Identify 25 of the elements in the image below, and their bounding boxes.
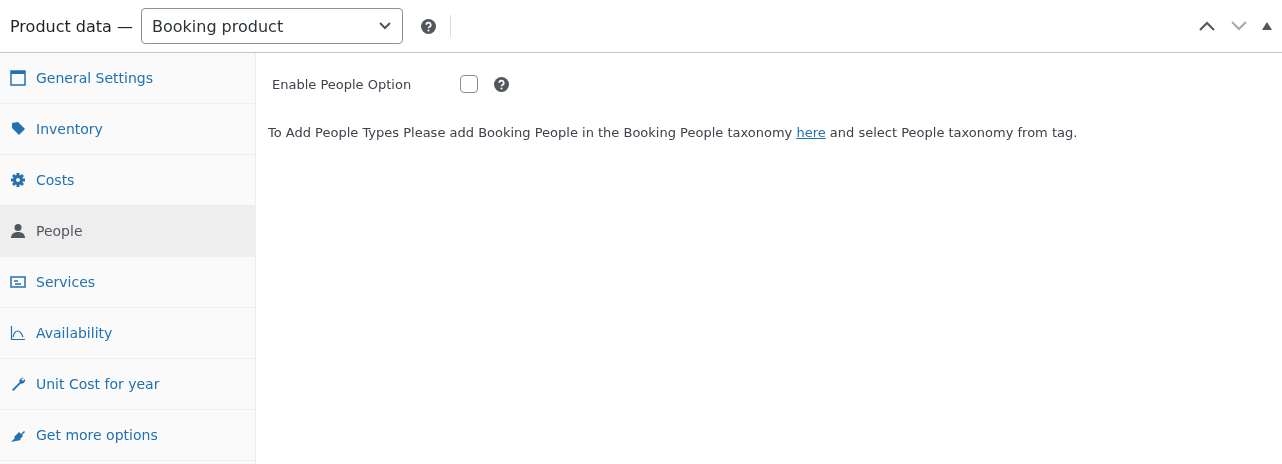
collapse-triangle-icon[interactable]: [1262, 22, 1272, 30]
sidebar-tab[interactable]: Get more options: [0, 410, 255, 461]
chevron-down-icon: [377, 21, 392, 31]
help-icon[interactable]: [420, 18, 436, 34]
help-icon[interactable]: [494, 76, 509, 92]
info-text: To Add People Types Please add Booking People in the Booking People taxonomy here and select People taxonomy from tag.: [268, 125, 1079, 140]
panel-title: Product data —: [10, 16, 133, 36]
card-icon: [10, 274, 26, 290]
wrench-icon: [10, 376, 26, 392]
here-link[interactable]: here: [796, 125, 826, 140]
sidebar-tab[interactable]: Services: [0, 257, 255, 308]
product-type-select[interactable]: Booking product: [140, 8, 403, 44]
sidebar-tab[interactable]: General Settings: [0, 53, 255, 104]
window-icon: [10, 70, 26, 86]
sidebar-tab[interactable]: Inventory: [0, 104, 255, 155]
chevron-up-icon[interactable]: [1198, 20, 1216, 32]
person-icon: [10, 223, 26, 239]
gear-icon: [10, 172, 26, 188]
chart-icon: [10, 325, 26, 341]
field-label: Enable People Option: [272, 76, 413, 92]
tag-icon: [10, 121, 26, 137]
sidebar-tab[interactable]: Availability: [0, 308, 255, 359]
checkbox[interactable]: [460, 75, 478, 93]
sidebar-tab[interactable]: People: [0, 206, 255, 257]
sidebar-tab[interactable]: Unit Cost for year: [0, 359, 255, 410]
